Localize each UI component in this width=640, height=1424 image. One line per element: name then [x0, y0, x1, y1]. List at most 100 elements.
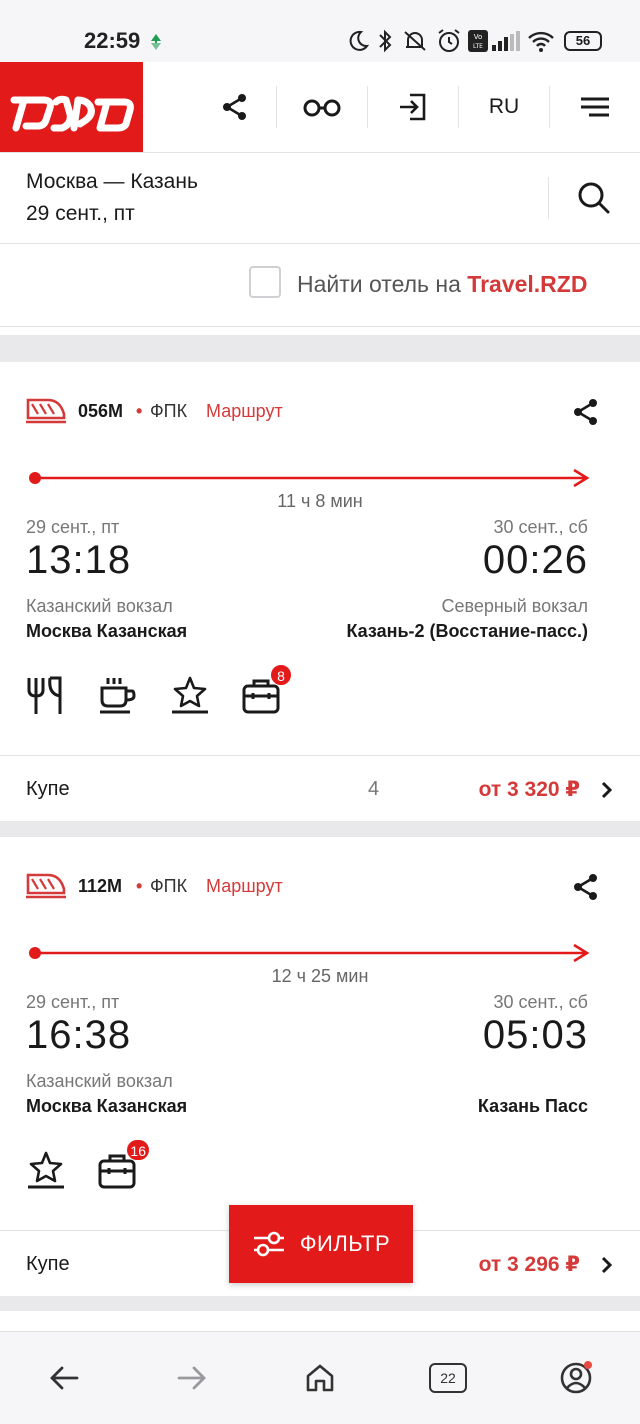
train-number: 112М [78, 876, 123, 896]
train-number: 056М [78, 401, 124, 421]
rzd-logo[interactable] [0, 62, 143, 152]
arrival-time: 05:03 [482, 1013, 588, 1057]
arrival-time: 00:26 [482, 538, 588, 582]
accessibility-button[interactable] [277, 62, 367, 152]
hotel-brand-link[interactable]: Travel.RZD [467, 271, 587, 297]
search-button[interactable] [566, 173, 622, 223]
route-date: 29 сент., пт [26, 202, 135, 225]
restaurant-icon [27, 676, 62, 714]
data-saver-icon [151, 34, 161, 50]
departure-station-sub: Казанский вокзал [26, 1071, 173, 1091]
fare-price: от 3 320 ₽ [478, 778, 580, 801]
wifi-icon [528, 31, 554, 52]
chevron-right-icon [601, 1256, 613, 1274]
train-card[interactable]: 056М • ФПК Маршрут 11 ч 8 мин 29 сент., … [0, 362, 640, 821]
hotel-label-prefix: Найти отель на [297, 271, 468, 297]
route-timeline [29, 468, 590, 488]
arrival-date: 30 сент., сб [493, 992, 588, 1012]
search-summary[interactable]: Москва — Казань 29 сент., пт [0, 153, 640, 244]
hotel-search-row: Найти отель на Travel.RZD [0, 244, 640, 327]
back-button[interactable] [24, 1332, 104, 1424]
fare-row[interactable]: Купе 4 от 3 320 ₽ [0, 755, 640, 822]
profile-icon [560, 1361, 592, 1394]
signal-icon [492, 31, 520, 51]
arrival-date: 30 сент., сб [493, 517, 588, 537]
star-icon [172, 676, 208, 714]
luggage-badge: 8 [270, 664, 292, 686]
forward-button[interactable] [152, 1332, 232, 1424]
filter-button[interactable]: ФИЛЬТР [229, 1205, 413, 1283]
svg-text:Vo: Vo [474, 33, 483, 41]
departure-date: 29 сент., пт [26, 517, 120, 537]
departure-station: Москва Казанская [26, 621, 188, 641]
share-icon[interactable] [572, 398, 600, 426]
trip-duration: 12 ч 25 мин [271, 966, 369, 986]
share-icon [223, 94, 246, 120]
departure-station: Москва Казанская [26, 1096, 188, 1116]
home-icon [306, 1364, 334, 1392]
battery-indicator: 56 [564, 31, 602, 51]
arrival-station: Казань-2 (Восстание-пасс.) [346, 621, 588, 641]
language-label: RU [488, 95, 520, 118]
arrow-left-icon [50, 1366, 79, 1390]
separator-dot: • [136, 401, 143, 421]
hotel-label[interactable]: Найти отель на Travel.RZD [297, 271, 587, 298]
menu-icon [581, 97, 609, 117]
separator-dot: • [136, 876, 143, 896]
route-timeline [29, 943, 590, 963]
next-card-edge [0, 1311, 640, 1331]
login-icon [400, 93, 426, 121]
volte-icon: Vo LTE [468, 30, 488, 52]
home-button[interactable] [280, 1332, 360, 1424]
dnd-moon-icon [349, 30, 369, 51]
fare-seats: 4 [368, 778, 380, 800]
login-button[interactable] [368, 62, 458, 152]
menu-button[interactable] [550, 62, 640, 152]
svg-text:LTE: LTE [473, 43, 483, 50]
carrier: ФПК [150, 876, 188, 896]
alarm-icon [438, 29, 460, 52]
rzd-logo-mark [10, 95, 134, 132]
departure-time: 13:18 [26, 538, 132, 582]
glasses-icon [303, 99, 341, 117]
trip-duration: 11 ч 8 мин [277, 491, 363, 511]
header-share-button[interactable] [190, 62, 280, 152]
spacer [0, 327, 640, 335]
fare-price: от 3 296 ₽ [478, 1253, 580, 1276]
arrival-station-sub: Северный вокзал [441, 596, 588, 616]
mute-icon [404, 31, 426, 51]
departure-station-sub: Казанский вокзал [26, 596, 173, 616]
tabs-button[interactable]: 22 [408, 1332, 488, 1424]
train-card-header: 112М • ФПК Маршрут [0, 837, 640, 927]
route-link[interactable]: Маршрут [206, 401, 283, 422]
hotel-checkbox[interactable] [249, 266, 281, 298]
search-icon [578, 182, 610, 214]
route-title: Москва — Казань [26, 170, 198, 193]
profile-button[interactable] [536, 1332, 616, 1424]
tabs-icon: 22 [429, 1363, 467, 1393]
app-header: RU [0, 62, 640, 153]
status-time: 22:59 [84, 28, 141, 53]
fare-class: Купе [26, 1253, 70, 1275]
luggage-amenity: 16 [96, 1139, 150, 1193]
star-icon [28, 1151, 64, 1189]
filter-sliders-icon [253, 1231, 284, 1257]
coffee-icon [100, 678, 136, 714]
luggage-amenity: 8 [240, 664, 292, 718]
departure-time: 16:38 [26, 1013, 132, 1057]
departure-date: 29 сент., пт [26, 992, 120, 1012]
route-link[interactable]: Маршрут [206, 876, 283, 897]
train-icon [26, 873, 66, 899]
luggage-badge: 16 [126, 1139, 150, 1161]
language-button[interactable]: RU [459, 62, 549, 152]
carrier: ФПК [150, 401, 188, 421]
share-icon[interactable] [572, 873, 600, 901]
arrival-station: Казань Пасс [477, 1096, 588, 1116]
status-bar: 22:59 Vo LTE 56 [0, 0, 640, 62]
search-divider [548, 177, 549, 219]
arrow-right-icon [177, 1366, 206, 1390]
browser-bottom-bar: 22 [0, 1331, 640, 1424]
train-card-header: 056М • ФПК Маршрут [0, 362, 640, 452]
tabs-count: 22 [440, 1370, 456, 1386]
chevron-right-icon [601, 781, 613, 799]
